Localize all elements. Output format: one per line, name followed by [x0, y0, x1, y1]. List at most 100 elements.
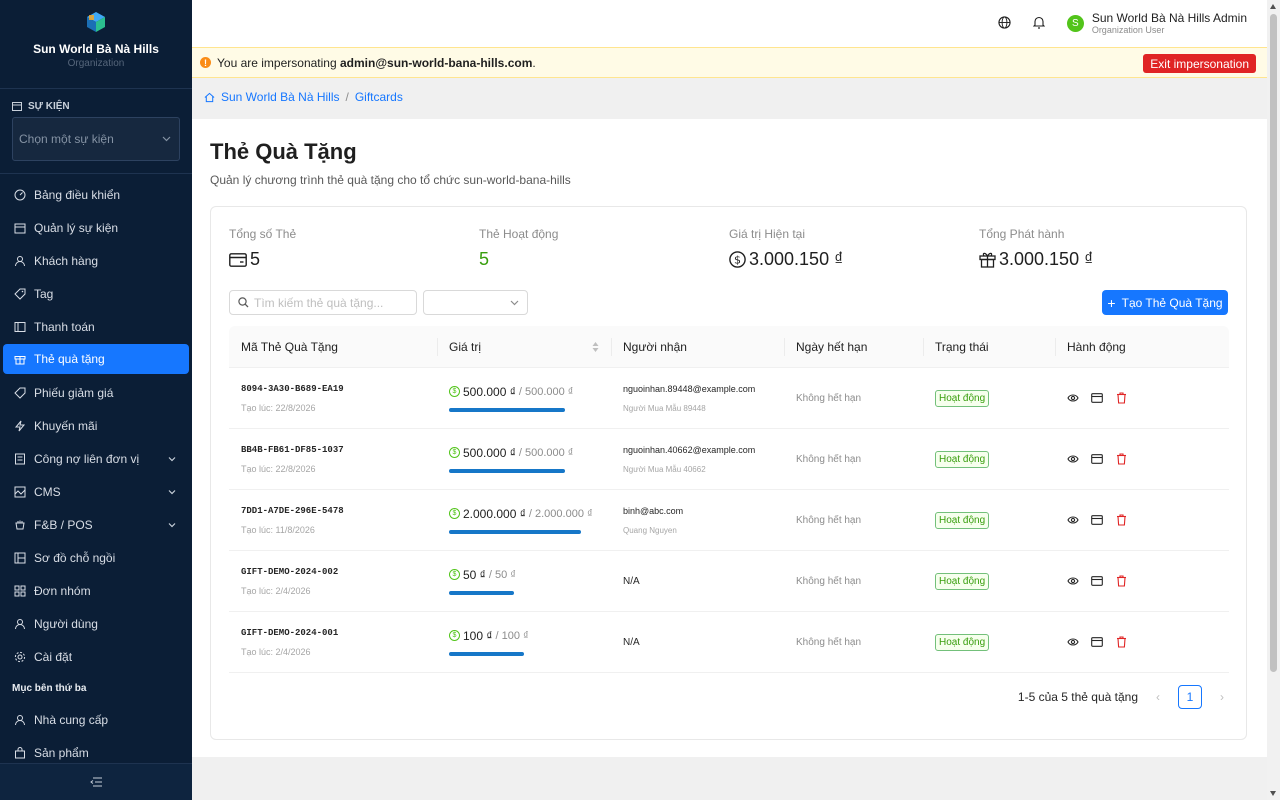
sidebar-item[interactable]: Thẻ quà tặng [3, 344, 189, 374]
exit-impersonation-button[interactable]: Exit impersonation [1143, 54, 1256, 73]
status-filter-select[interactable] [423, 290, 528, 315]
column-header-code[interactable]: Mã Thẻ Quà Tặng [229, 326, 437, 368]
event-section-text: SỰ KIỆN [28, 100, 70, 112]
sidebar-item[interactable]: Nhà cung cấp [0, 703, 192, 736]
page-number-button[interactable]: 1 [1178, 685, 1202, 709]
column-header-value[interactable]: Giá trị [437, 326, 611, 368]
sidebar-item[interactable]: Quản lý sự kiện [0, 211, 192, 244]
stat-value: 3.000.150 ₫ [749, 249, 844, 269]
delete-button[interactable] [1115, 575, 1127, 587]
sidebar-item-label: Sơ đồ chỗ ngồi [34, 550, 116, 565]
sort-icon[interactable] [592, 341, 599, 353]
sidebar-item[interactable]: Sơ đồ chỗ ngồi [0, 541, 192, 574]
prev-page-button[interactable]: ‹ [1152, 690, 1164, 704]
card-icon [1091, 454, 1103, 464]
table-row[interactable]: GIFT-DEMO-2024-002 Tạo lúc: 2/4/2026 $50 ₫… [229, 551, 1229, 612]
view-button[interactable] [1067, 392, 1079, 404]
sidebar-item[interactable]: Người dùng [0, 607, 192, 640]
delete-button[interactable] [1115, 514, 1127, 526]
payment-icon [14, 321, 26, 333]
user-icon [15, 714, 25, 725]
sidebar-item[interactable]: Tag [0, 277, 192, 310]
table-row[interactable]: GIFT-DEMO-2024-001 Tạo lúc: 2/4/2026 $100 … [229, 612, 1229, 673]
eye-icon [1067, 455, 1079, 463]
search-box [229, 290, 417, 315]
notifications-button[interactable] [1032, 16, 1046, 32]
card-icon [1091, 637, 1103, 647]
card-details-button[interactable] [1091, 636, 1103, 648]
sidebar-item[interactable]: Công nợ liên đơn vị [0, 442, 192, 475]
view-button[interactable] [1067, 514, 1079, 526]
table-row[interactable]: BB4B-FB61-DF85-1037 Tạo lúc: 22/8/2026 $50… [229, 429, 1229, 490]
pagination: 1-5 của 5 thẻ quà tặng ‹ 1 › [1018, 685, 1228, 709]
sidebar-item[interactable]: Phiếu giảm giá [0, 376, 192, 409]
giftcard-code: GIFT-DEMO-2024-002 [241, 566, 339, 577]
sidebar-item-label: Thẻ quà tặng [34, 352, 105, 366]
giftcard-code: 8094-3A30-B689-EA19 [241, 383, 344, 394]
balance-bar [449, 590, 514, 595]
chevron-down-icon [168, 456, 176, 461]
column-header-expiry[interactable]: Ngày hết hạn [784, 326, 923, 368]
eye-icon [1067, 394, 1079, 402]
recipient-email: nguoinhan.89448@example.com [623, 383, 756, 394]
sidebar-item[interactable]: Bảng điều khiển [0, 178, 192, 211]
sidebar-item[interactable]: Cài đặt [0, 640, 192, 673]
card-icon [229, 252, 247, 267]
table-row[interactable]: 7DD1-A7DE-296E-5478 Tạo lúc: 11/8/2026 $2.… [229, 490, 1229, 551]
gift-icon [979, 252, 996, 268]
tag-icon [14, 288, 26, 300]
language-button[interactable] [998, 15, 1011, 32]
bell-icon [1032, 16, 1046, 29]
sidebar-item[interactable]: Thanh toán [0, 310, 192, 343]
card-details-button[interactable] [1091, 575, 1103, 587]
user-name: Sun World Bà Nà Hills Admin [1091, 10, 1247, 25]
giftcard-code: BB4B-FB61-DF85-1037 [241, 444, 344, 455]
dollar-icon: $ [449, 569, 460, 580]
created-date: Tạo lúc: 22/8/2026 [241, 402, 316, 413]
initial-value: / 100 ₫ [495, 629, 529, 642]
breadcrumb-home[interactable]: Sun World Bà Nà Hills [221, 90, 340, 104]
table-row[interactable]: 8094-3A30-B689-EA19 Tạo lúc: 22/8/2026 $50… [229, 368, 1229, 429]
view-button[interactable] [1067, 636, 1079, 648]
collapse-sidebar-button[interactable] [0, 763, 192, 800]
card-details-button[interactable] [1091, 392, 1103, 404]
column-header-status[interactable]: Trạng thái [923, 326, 1055, 368]
delete-button[interactable] [1115, 453, 1127, 465]
event-select[interactable]: Chọn một sự kiện [12, 117, 180, 161]
scroll-down-arrow[interactable] [1270, 791, 1276, 796]
card-details-button[interactable] [1091, 514, 1103, 526]
column-header-recipient[interactable]: Người nhận [611, 326, 784, 368]
chevron-down-icon [168, 522, 176, 527]
search-input[interactable] [254, 295, 414, 310]
current-value: 500.000 ₫ [463, 384, 516, 399]
sidebar-item[interactable]: CMS [0, 475, 192, 508]
impersonation-prefix: You are impersonating [217, 55, 337, 70]
sidebar-item[interactable]: Khách hàng [0, 244, 192, 277]
view-button[interactable] [1067, 453, 1079, 465]
impersonation-text: You are impersonating admin@sun-world-ba… [217, 56, 536, 70]
initial-value: / 2.000.000 ₫ [528, 507, 593, 520]
delete-button[interactable] [1115, 392, 1127, 404]
delete-button[interactable] [1115, 636, 1127, 648]
card-details-button[interactable] [1091, 453, 1103, 465]
table-body: 8094-3A30-B689-EA19 Tạo lúc: 22/8/2026 $50… [229, 368, 1229, 673]
initial-value: / 50 ₫ [488, 568, 516, 581]
page-scrollbar[interactable] [1267, 0, 1280, 800]
create-giftcard-label: Tạo Thẻ Quà Tặng [1121, 295, 1223, 310]
status-badge: Hoạt động [935, 633, 990, 651]
sidebar-item[interactable]: Khuyến mãi [0, 409, 192, 442]
scroll-thumb[interactable] [1270, 14, 1277, 672]
next-page-button[interactable]: › [1216, 690, 1228, 704]
user-menu[interactable]: S Sun World Bà Nà Hills Admin Organizati… [1066, 10, 1247, 36]
sidebar-item-label: Sản phẩm [34, 745, 89, 760]
view-button[interactable] [1067, 575, 1079, 587]
breadcrumb-current[interactable]: Giftcards [355, 90, 403, 104]
sidebar-item[interactable]: Đơn nhóm [0, 574, 192, 607]
scroll-up-arrow[interactable] [1270, 4, 1276, 9]
gear-icon [14, 651, 26, 663]
sidebar-item[interactable]: F&B / POS [0, 508, 192, 541]
create-giftcard-button[interactable]: + Tạo Thẻ Quà Tặng [1102, 290, 1228, 315]
coupon-icon [14, 387, 26, 399]
current-value: 500.000 ₫ [463, 445, 516, 460]
expiry-date: Không hết hạn [796, 453, 862, 465]
